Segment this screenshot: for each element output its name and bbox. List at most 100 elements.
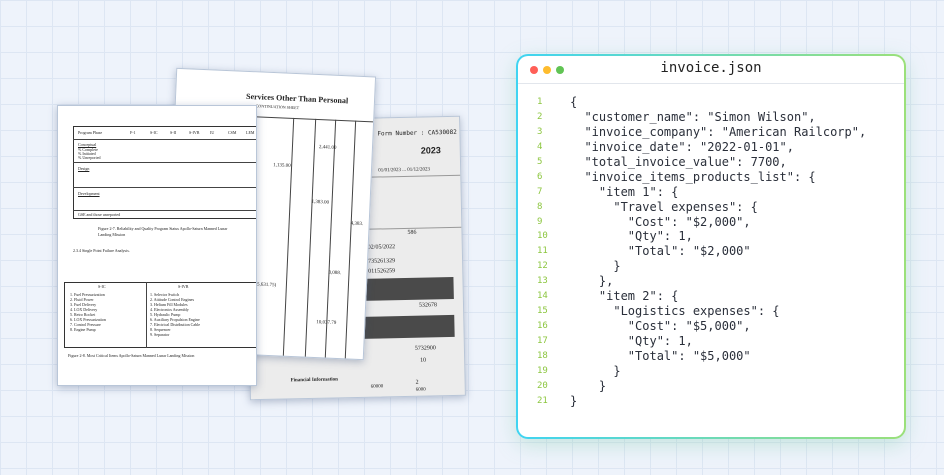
figure-caption-2: Figure 2-8. Most Critical Items Apollo-S…: [68, 353, 195, 358]
list-header-right: S-IVB: [178, 284, 189, 289]
code-text: "invoice_items_products_list": {: [570, 169, 816, 184]
code-line: 17 "Qty": 1,: [518, 334, 904, 349]
code-line: 18 "Total": "$5,000": [518, 349, 904, 364]
code-line: 21}: [518, 394, 904, 409]
handwritten-1: 586: [407, 229, 417, 236]
form-year: 2023: [420, 145, 441, 156]
code-text: "item 1": {: [570, 184, 679, 199]
line-number: 12: [537, 261, 548, 272]
code-line: 7 "item 1": {: [518, 185, 904, 200]
code-text: }: [570, 393, 578, 408]
handwritten-8: 2: [415, 379, 419, 386]
code-line: 19 }: [518, 364, 904, 379]
code-line: 5 "total_invoice_value": 7700,: [518, 155, 904, 170]
handwritten-3: 735261329: [368, 258, 396, 265]
code-line: 9 "Cost": "$2,000",: [518, 215, 904, 230]
code-window: invoice.json 1{2 "customer_name": "Simon…: [516, 54, 906, 439]
line-number: 4: [537, 141, 543, 152]
handwritten-10: 6000: [415, 387, 426, 393]
form-dates: 01/01/2023 ... 01/12/2023: [378, 167, 431, 174]
service-value-5: 3,088.: [328, 270, 342, 277]
code-line: 10 "Qty": 1,: [518, 229, 904, 244]
form-section: Financial Information: [290, 377, 338, 384]
handwritten-5: 532678: [418, 302, 438, 309]
code-text: "Travel expenses": {: [570, 199, 758, 214]
table-header-3: S-II: [170, 130, 177, 135]
table-header-2: S-IC: [150, 130, 158, 135]
code-text: "Qty": 1,: [570, 334, 693, 348]
code-text: }: [570, 363, 621, 378]
handwritten-2: 02/05/2022: [367, 244, 396, 251]
code-line: 2 "customer_name": "Simon Wilson",: [518, 110, 904, 125]
code-line: 1{: [518, 95, 904, 110]
service-value-1: 2,441.00: [318, 145, 337, 151]
code-line: 3 "invoice_company": "American Railcorp"…: [518, 125, 904, 140]
line-number: 13: [537, 276, 548, 287]
handwritten-6: 5732900: [414, 345, 436, 352]
line-number: 11: [537, 246, 548, 257]
critical-items-left: 1. Fuel Pressurization 2. Fluid Power 3. F…: [70, 292, 106, 332]
line-number: 19: [537, 365, 548, 376]
code-text: "Total": "$2,000": [570, 244, 751, 259]
line-number: 17: [537, 336, 548, 346]
code-text: {: [570, 95, 578, 109]
code-text: "Cost": "$5,000",: [570, 319, 751, 334]
code-line: 4 "invoice_date": "2022-01-01",: [518, 140, 904, 155]
figure-caption-1: Figure 2-7. Reliability and Quality Prog…: [98, 226, 228, 237]
service-value-2: 1,135.00: [273, 163, 291, 169]
critical-items-right: 1. Selector Switch 2. Attitude Control En…: [150, 292, 200, 337]
title-bar: invoice.json: [518, 56, 904, 84]
line-number: 3: [537, 126, 543, 137]
code-line: 12 }: [518, 259, 904, 274]
scanned-table-document: Program Phase F-1 S-IC S-II S-IVB IU CSM…: [57, 105, 257, 386]
table-header-7: LEM: [246, 130, 255, 135]
line-number: 5: [537, 156, 543, 167]
code-line: 15 "Logistics expenses": {: [518, 304, 904, 319]
code-text: "Total": "$5,000": [570, 348, 751, 363]
line-number: 21: [537, 395, 548, 406]
code-text: "total_invoice_value": 7700,: [570, 154, 787, 169]
line-number: 7: [537, 186, 543, 197]
table-header-0: Program Phase: [78, 130, 103, 135]
table-header-5: IU: [210, 130, 215, 135]
handwritten-7: 10: [420, 357, 427, 364]
handwritten-4: 011526259: [368, 268, 396, 275]
line-number: 20: [537, 380, 548, 391]
section-design: Design: [78, 166, 90, 171]
service-value-4: 4,383.: [350, 221, 364, 228]
line-number: 2: [537, 111, 543, 122]
code-text: }: [570, 259, 621, 274]
line-number: 15: [537, 306, 548, 317]
code-text: "Qty": 1,: [570, 229, 693, 244]
form-number: Form Number : CA530082: [377, 128, 457, 138]
critical-item: 8. Engine Pump: [70, 327, 96, 332]
line-number: 9: [537, 216, 543, 227]
line-number: 1: [537, 97, 543, 107]
critical-item: 9. Separator: [150, 332, 170, 337]
code-text: "Cost": "$2,000",: [570, 214, 751, 229]
code-text: "item 2": {: [570, 289, 679, 304]
code-line: 8 "Travel expenses": {: [518, 200, 904, 215]
row-unreported: % Unreported: [78, 155, 101, 160]
file-title: invoice.json: [660, 60, 762, 76]
code-line: 6 "invoice_items_products_list": {: [518, 170, 904, 185]
line-number: 14: [537, 291, 548, 302]
code-line: 14 "item 2": {: [518, 289, 904, 304]
service-value-7: 10,037.79: [316, 320, 337, 326]
line-number: 10: [537, 231, 548, 242]
table-header-1: F-1: [130, 130, 136, 135]
list-header-left: S-IC: [98, 284, 106, 289]
line-number: 16: [537, 321, 548, 332]
code-editor[interactable]: 1{2 "customer_name": "Simon Wilson", 3 "i…: [518, 95, 904, 409]
code-line: 16 "Cost": "$5,000",: [518, 319, 904, 334]
code-line: 20 }: [518, 379, 904, 394]
code-text: },: [570, 274, 614, 289]
code-text: "invoice_company": "American Railcorp",: [570, 124, 867, 139]
code-line: 13 },: [518, 274, 904, 289]
code-text: "invoice_date": "2022-01-01",: [570, 139, 794, 154]
section-development: Development: [78, 191, 100, 196]
section-heading: 2.3.4 Single Point Failure Analysis.: [73, 248, 130, 253]
table-header-6: CSM: [228, 130, 237, 135]
code-text: }: [570, 378, 607, 393]
line-number: 6: [537, 171, 543, 182]
